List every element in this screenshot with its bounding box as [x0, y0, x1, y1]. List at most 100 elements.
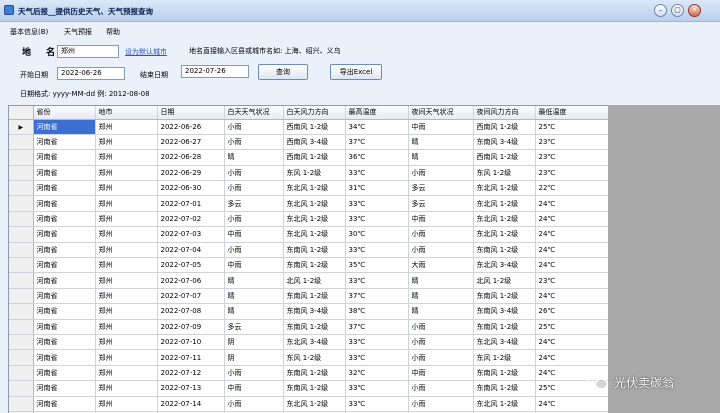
table-cell[interactable]: 2022-07-03	[157, 226, 225, 243]
table-cell[interactable]: 晴	[408, 288, 474, 305]
place-input[interactable]: 郑州	[57, 45, 119, 58]
table-cell[interactable]: 中雨	[408, 365, 474, 382]
column-header[interactable]: 省份	[33, 106, 96, 120]
table-row[interactable]: 河南省 郑州 2022-07-08 晴东南风 3-4级 38℃ 晴东南风 3-4级 26℃	[9, 303, 608, 320]
table-cell[interactable]: 郑州	[95, 134, 158, 151]
table-cell[interactable]: 2022-07-10	[157, 334, 225, 351]
table-cell[interactable]: 东南风 1-2级	[283, 365, 346, 382]
table-cell[interactable]: 中雨	[224, 226, 284, 243]
table-cell[interactable]: 东北风 1-2级	[473, 211, 536, 228]
menu-forecast[interactable]: 天气预报	[64, 27, 92, 37]
table-cell[interactable]: 东南风 1-2级	[473, 288, 536, 305]
row-header[interactable]	[9, 349, 34, 366]
menu-basic-info[interactable]: 基本信息(B)	[10, 27, 48, 37]
table-cell[interactable]: 小雨	[408, 319, 474, 335]
table-cell[interactable]: 2022-07-08	[157, 303, 225, 320]
table-cell[interactable]: 22℃	[535, 180, 608, 197]
table-cell[interactable]: 东风 1-2级	[283, 165, 346, 182]
table-cell[interactable]: 23℃	[535, 165, 608, 182]
table-cell[interactable]: 东南风 1-2级	[283, 242, 346, 259]
table-cell[interactable]: 郑州	[95, 211, 158, 228]
table-row[interactable]: 河南省 郑州 2022-06-30 小雨 东北风 1-2级 31℃ 多云 东北风 1-2级 22…	[9, 180, 608, 197]
table-cell[interactable]: 33℃	[345, 380, 409, 397]
table-cell[interactable]: 25℃	[535, 119, 608, 135]
table-cell[interactable]: 23℃	[535, 272, 608, 289]
table-row[interactable]: 河南省 郑州 2022-06-28 晴西南风 1-2级 36℃ 晴西南风 1-2级 23℃	[9, 149, 608, 166]
table-cell[interactable]: 东南风 1-2级	[473, 365, 536, 382]
table-cell[interactable]: 小雨	[408, 226, 474, 243]
table-cell[interactable]: 东风 1-2级	[473, 349, 536, 366]
close-button[interactable]: ✕	[688, 4, 701, 17]
table-cell[interactable]: 小雨	[224, 119, 284, 135]
table-cell[interactable]: 34℃	[345, 119, 409, 135]
table-cell[interactable]: 北风 1-2级	[473, 272, 536, 289]
table-cell[interactable]: 东北风 1-2级	[283, 195, 346, 212]
column-header[interactable]: 地市	[95, 106, 158, 120]
table-cell[interactable]: 东南风 1-2级	[283, 288, 346, 305]
table-cell[interactable]: 河南省	[33, 334, 96, 351]
table-cell[interactable]: 26℃	[535, 303, 608, 320]
table-cell[interactable]: 晴	[224, 303, 284, 320]
table-cell[interactable]: 河南省	[33, 226, 96, 243]
row-header[interactable]	[9, 211, 34, 228]
table-cell[interactable]: 24℃	[535, 257, 608, 274]
column-header[interactable]: 白天风力方向	[283, 106, 346, 120]
table-cell[interactable]: 阴	[224, 334, 284, 351]
table-cell[interactable]: 24℃	[535, 396, 608, 412]
table-cell[interactable]: 东南风 3-4级	[473, 134, 536, 151]
row-header[interactable]	[9, 149, 34, 166]
table-cell[interactable]: 33℃	[345, 195, 409, 212]
table-cell[interactable]: 小雨	[224, 165, 284, 182]
table-cell[interactable]: 多云	[408, 195, 474, 212]
table-cell[interactable]: 东南风 1-2级	[283, 319, 346, 335]
table-cell[interactable]: 31℃	[345, 180, 409, 197]
table-cell[interactable]: 东北风 1-2级	[283, 180, 346, 197]
table-cell[interactable]: 东南风 3-4级	[473, 303, 536, 320]
table-cell[interactable]: 郑州	[95, 195, 158, 212]
table-row[interactable]: ▶ 河南省 郑州 2022-06-26 小雨 西南风 1-2级 34℃ 中雨 西南风 1-2级 2…	[9, 119, 608, 135]
row-header[interactable]	[9, 272, 34, 289]
end-date-input[interactable]: 2022-07-26	[181, 65, 249, 78]
table-cell[interactable]: 24℃	[535, 226, 608, 243]
table-row[interactable]: 河南省 郑州 2022-06-27 小雨 西南风 3-4级 37℃ 晴东南风 3-4级 23℃	[9, 134, 608, 151]
row-header[interactable]	[9, 257, 34, 274]
table-cell[interactable]: 2022-07-14	[157, 396, 225, 412]
row-header[interactable]	[9, 365, 34, 382]
table-cell[interactable]: 中雨	[224, 380, 284, 397]
table-row[interactable]: 河南省 郑州 2022-07-13 中雨 东南风 1-2级 33℃ 小雨 东南风 1-2级 25…	[9, 380, 608, 397]
table-cell[interactable]: 小雨	[224, 180, 284, 197]
table-cell[interactable]: 东南风 1-2级	[473, 380, 536, 397]
table-cell[interactable]: 33℃	[345, 211, 409, 228]
maximize-button[interactable]: ▢	[671, 4, 684, 17]
table-cell[interactable]: 东南风 1-2级	[283, 257, 346, 274]
export-excel-button[interactable]: 导出Excel	[330, 64, 382, 80]
table-cell[interactable]: 33℃	[345, 334, 409, 351]
table-cell[interactable]: 33℃	[345, 165, 409, 182]
row-header[interactable]	[9, 165, 34, 182]
table-cell[interactable]: 西南风 1-2级	[283, 119, 346, 135]
table-cell[interactable]: 小雨	[224, 396, 284, 412]
table-cell[interactable]: 郑州	[95, 396, 158, 412]
table-cell[interactable]: 郑州	[95, 242, 158, 259]
table-cell[interactable]: 河南省	[33, 303, 96, 320]
table-cell[interactable]: 小雨	[408, 396, 474, 412]
table-cell[interactable]: 2022-07-02	[157, 211, 225, 228]
table-cell[interactable]: 晴	[224, 149, 284, 166]
row-header[interactable]	[9, 242, 34, 259]
table-cell[interactable]: 郑州	[95, 119, 158, 135]
table-cell[interactable]: 河南省	[33, 365, 96, 382]
table-cell[interactable]: 郑州	[95, 334, 158, 351]
table-cell[interactable]: 东风 1-2级	[473, 165, 536, 182]
table-cell[interactable]: 晴	[224, 272, 284, 289]
table-cell[interactable]: 河南省	[33, 257, 96, 274]
table-cell[interactable]: 东北风 3-4级	[283, 334, 346, 351]
table-cell[interactable]: 2022-07-12	[157, 365, 225, 382]
title-bar[interactable]: 天气后报__提供历史天气、天气预报查询 – ▢ ✕	[0, 0, 720, 22]
table-cell[interactable]: 西南风 1-2级	[283, 149, 346, 166]
menu-help[interactable]: 帮助	[106, 27, 120, 37]
table-cell[interactable]: 晴	[408, 303, 474, 320]
table-row[interactable]: 河南省 郑州 2022-07-02 小雨 东北风 1-2级 33℃ 中雨 东北风 1-2级 24…	[9, 211, 608, 228]
table-cell[interactable]: 2022-07-01	[157, 195, 225, 212]
table-cell[interactable]: 37℃	[345, 134, 409, 151]
table-cell[interactable]: 河南省	[33, 380, 96, 397]
